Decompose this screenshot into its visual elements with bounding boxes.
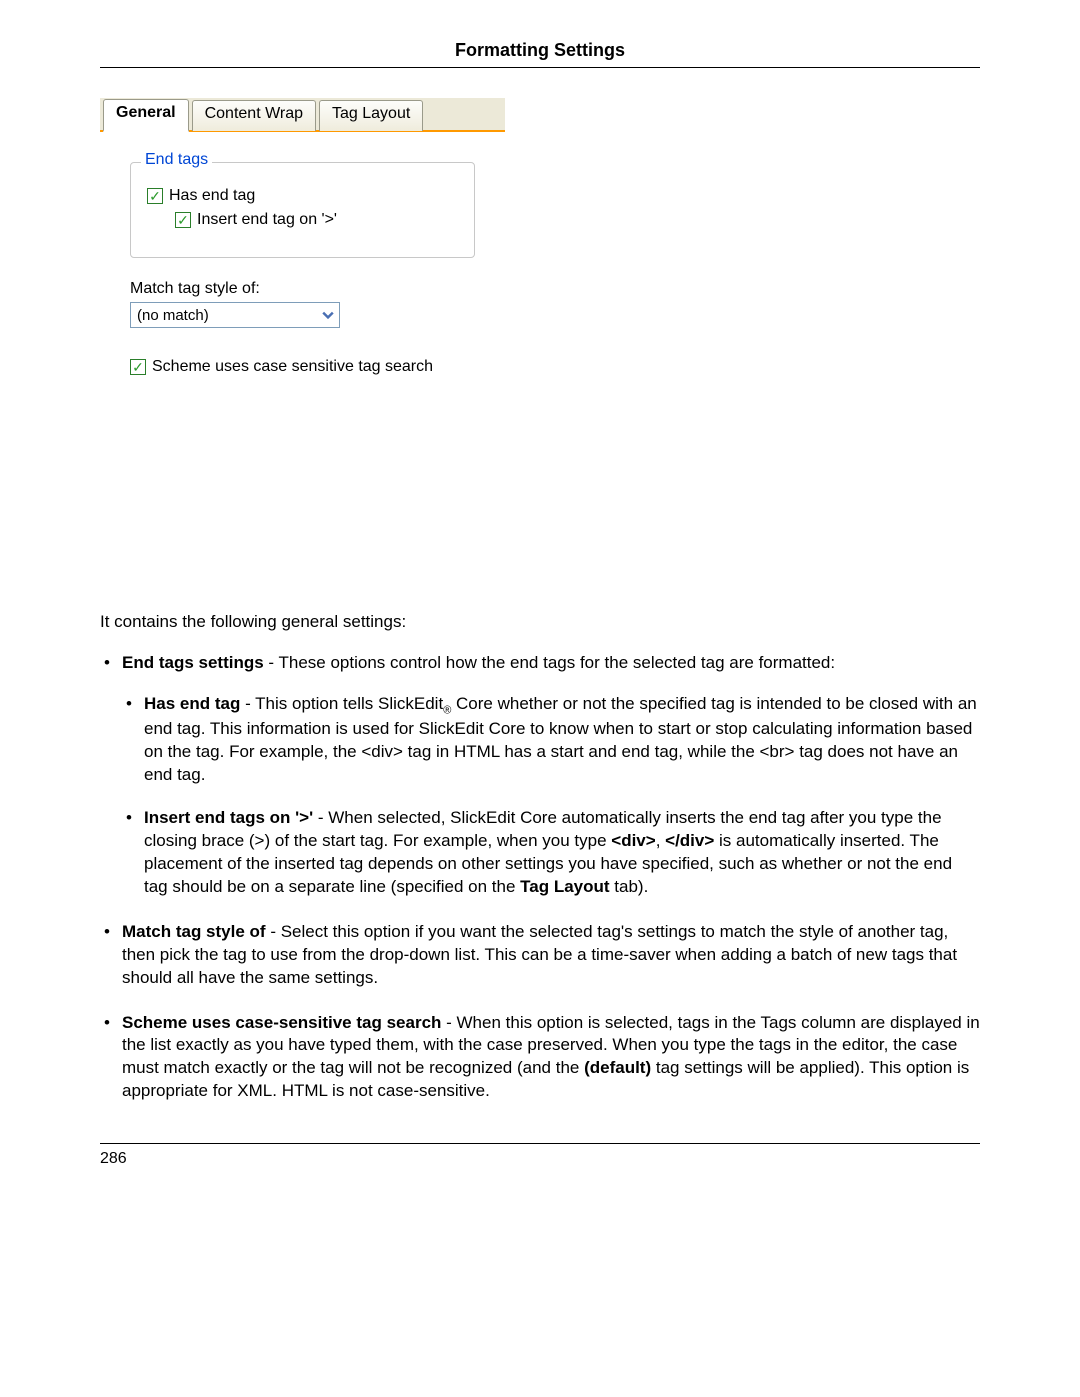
list-item: Scheme uses case-sensitive tag search - …: [100, 1012, 980, 1104]
tab-tag-layout[interactable]: Tag Layout: [319, 100, 423, 131]
checkbox-checked-icon[interactable]: ✓: [130, 359, 146, 375]
case-sensitive-label: Scheme uses case sensitive tag search: [152, 358, 433, 376]
match-tag-style-select[interactable]: (no match): [130, 302, 340, 328]
chevron-down-icon[interactable]: [319, 306, 337, 324]
tab-general[interactable]: General: [103, 99, 189, 132]
footer-rule: [100, 1143, 980, 1144]
header-rule: [100, 67, 980, 68]
has-end-tag-row[interactable]: ✓ Has end tag: [147, 187, 458, 205]
tab-content-wrap[interactable]: Content Wrap: [192, 100, 316, 131]
has-end-tag-label: Has end tag: [169, 187, 255, 205]
end-tags-settings-desc: - These options control how the end tags…: [264, 653, 835, 672]
scheme-case-sensitive-term: Scheme uses case-sensitive tag search: [122, 1013, 441, 1032]
list-item: Insert end tags on '>' - When selected, …: [122, 807, 980, 899]
insert-end-tags-term: Insert end tags on '>': [144, 808, 313, 827]
checkbox-checked-icon[interactable]: ✓: [175, 212, 191, 228]
page: Formatting Settings General Content Wrap…: [0, 0, 1080, 1208]
end-tags-group: End tags ✓ Has end tag ✓ Insert end tag …: [130, 162, 475, 258]
end-tags-group-label: End tags: [141, 151, 212, 169]
has-end-tag-term: Has end tag: [144, 694, 240, 713]
settings-list: End tags settings - These options contro…: [100, 652, 980, 1103]
page-number: 286: [100, 1150, 980, 1168]
end-tags-settings-term: End tags settings: [122, 653, 264, 672]
checkbox-checked-icon[interactable]: ✓: [147, 188, 163, 204]
match-tag-style-term: Match tag style of: [122, 922, 266, 941]
match-tag-style-label: Match tag style of:: [130, 280, 475, 298]
end-tags-sublist: Has end tag - This option tells SlickEdi…: [122, 693, 980, 899]
list-item: End tags settings - These options contro…: [100, 652, 980, 899]
insert-end-tag-row[interactable]: ✓ Insert end tag on '>': [175, 211, 458, 229]
page-title: Formatting Settings: [100, 40, 980, 67]
tab-bar: General Content Wrap Tag Layout: [100, 98, 505, 132]
intro-text: It contains the following general settin…: [100, 612, 980, 632]
list-item: Has end tag - This option tells SlickEdi…: [122, 693, 980, 787]
list-item: Match tag style of - Select this option …: [100, 921, 980, 990]
dialog-body: End tags ✓ Has end tag ✓ Insert end tag …: [100, 132, 505, 582]
case-sensitive-row[interactable]: ✓ Scheme uses case sensitive tag search: [130, 358, 475, 376]
insert-end-tag-label: Insert end tag on '>': [197, 211, 337, 229]
settings-dialog: General Content Wrap Tag Layout End tags…: [100, 98, 505, 582]
match-tag-style-value: (no match): [137, 307, 209, 324]
